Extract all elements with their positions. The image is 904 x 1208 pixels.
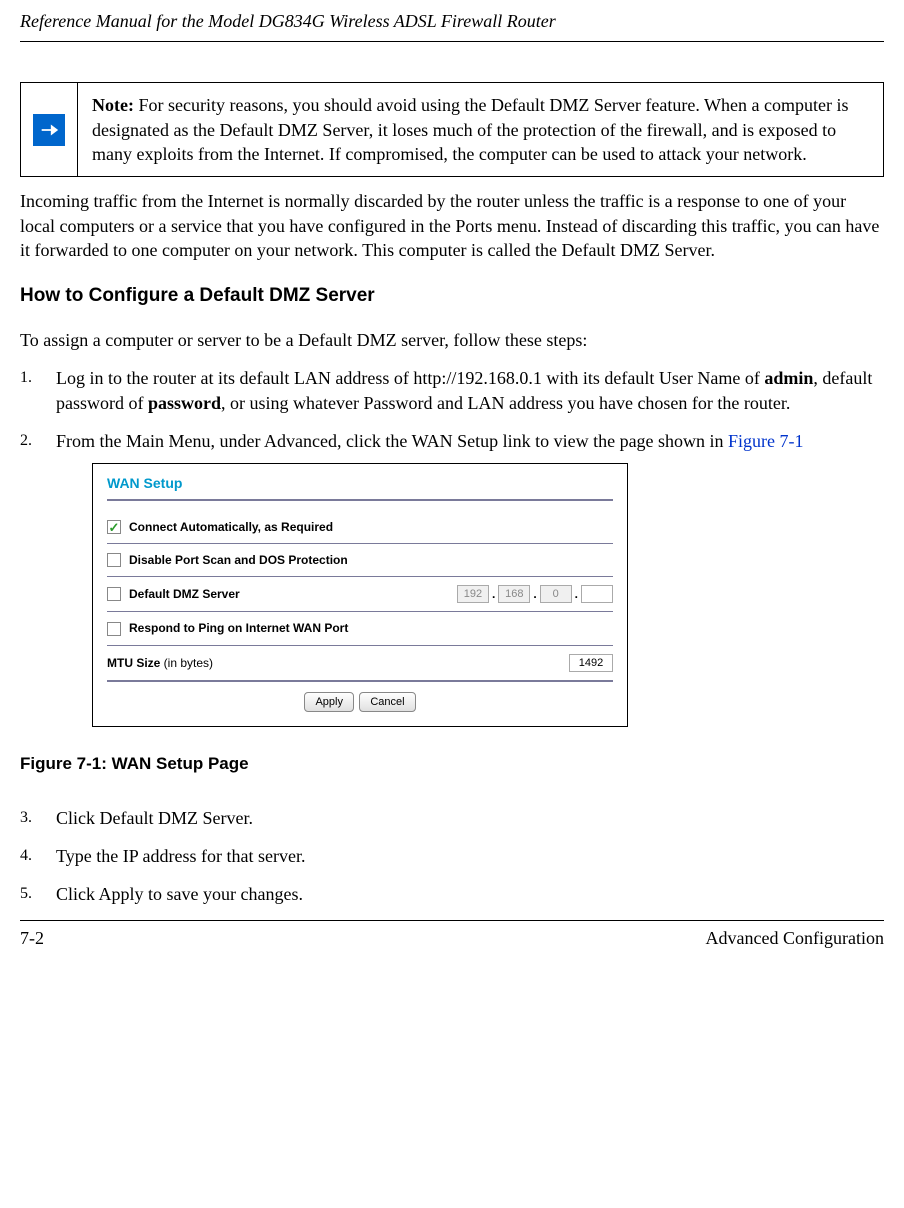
label-connect-auto: Connect Automatically, as Required [129,519,333,535]
mtu-input[interactable]: 1492 [569,654,613,672]
row-disable-portscan: Disable Port Scan and DOS Protection [107,544,613,577]
checkbox-disable-portscan[interactable] [107,553,121,567]
ip-octet-3[interactable]: 0 [540,585,572,603]
row-connect-auto: Connect Automatically, as Required [107,511,613,544]
label-mtu: MTU Size (in bytes) [107,655,213,671]
row-mtu: MTU Size (in bytes) 1492 [107,646,613,682]
label-mtu-bold: MTU Size [107,656,160,670]
footer-section: Advanced Configuration [706,927,884,950]
note-box: Note: For security reasons, you should a… [20,82,884,177]
row-default-dmz: Default DMZ Server 192. 168. 0. [107,577,613,612]
checkbox-connect-auto[interactable] [107,520,121,534]
ip-octet-2[interactable]: 168 [498,585,530,603]
screenshot-title: WAN Setup [107,474,613,493]
checkbox-respond-ping[interactable] [107,622,121,636]
step-1-admin: admin [764,368,813,388]
steps-list-cont: Click Default DMZ Server. Type the IP ad… [20,806,884,907]
steps-list: Log in to the router at its default LAN … [20,366,884,727]
note-text: Note: For security reasons, you should a… [78,83,883,176]
ip-dot: . [492,586,495,602]
ip-octet-1[interactable]: 192 [457,585,489,603]
apply-button[interactable]: Apply [304,692,354,713]
checkbox-default-dmz[interactable] [107,587,121,601]
step-1-text-a: Log in to the router at its default LAN … [56,368,764,388]
step-4: Type the IP address for that server. [20,844,884,868]
steps-intro: To assign a computer or server to be a D… [20,329,884,352]
figure-link[interactable]: Figure 7-1 [728,431,804,451]
ip-octet-4[interactable] [581,585,613,603]
label-disable-portscan: Disable Port Scan and DOS Protection [129,552,348,568]
step-5: Click Apply to save your changes. [20,882,884,906]
screenshot-buttons: Apply Cancel [107,682,613,713]
label-mtu-extra: (in bytes) [160,656,213,670]
running-header: Reference Manual for the Model DG834G Wi… [20,10,884,33]
step-1-text-e: , or using whatever Password and LAN add… [221,393,790,413]
ip-dot: . [533,586,536,602]
note-body: For security reasons, you should avoid u… [92,95,848,164]
screenshot-container: WAN Setup Connect Automatically, as Requ… [92,463,884,727]
figure-caption: Figure 7-1: WAN Setup Page [20,753,884,775]
page-number: 7-2 [20,927,44,950]
step-1-password: password [148,393,221,413]
note-label: Note: [92,95,134,115]
step-3: Click Default DMZ Server. [20,806,884,830]
label-default-dmz: Default DMZ Server [129,586,240,602]
step-2-text: From the Main Menu, under Advanced, clic… [56,431,728,451]
screenshot-rule [107,499,613,501]
arrow-right-icon [33,114,65,146]
label-respond-ping: Respond to Ping on Internet WAN Port [129,620,348,636]
dmz-ip-inputs: 192. 168. 0. [457,585,613,603]
step-2: From the Main Menu, under Advanced, clic… [20,429,884,728]
step-1: Log in to the router at its default LAN … [20,366,884,415]
cancel-button[interactable]: Cancel [359,692,415,713]
header-rule [20,41,884,42]
ip-dot: . [575,586,578,602]
page-footer: 7-2 Advanced Configuration [20,920,884,950]
section-heading: How to Configure a Default DMZ Server [20,284,884,309]
wan-setup-screenshot: WAN Setup Connect Automatically, as Requ… [92,463,628,727]
row-respond-ping: Respond to Ping on Internet WAN Port [107,612,613,645]
intro-paragraph: Incoming traffic from the Internet is no… [20,189,884,262]
note-icon-cell [21,83,78,176]
